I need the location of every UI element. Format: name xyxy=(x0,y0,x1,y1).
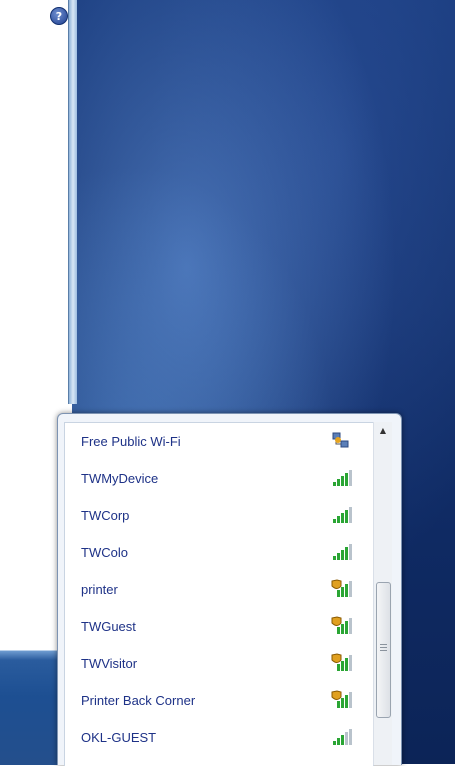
signal-shield-icon xyxy=(331,653,353,673)
network-item[interactable]: TWGuest xyxy=(65,608,373,645)
grip-icon xyxy=(380,644,387,653)
vertical-scrollbar[interactable]: ▲ xyxy=(373,422,392,765)
network-item[interactable]: OKL-GUEST xyxy=(65,719,373,756)
taskbar xyxy=(0,650,60,765)
network-name: TWColo xyxy=(81,545,128,560)
signal-shield-icon xyxy=(331,579,353,599)
window-edge xyxy=(68,0,77,404)
signal-shield-icon xyxy=(331,690,353,710)
network-item[interactable]: TWMyDevice xyxy=(65,460,373,497)
signal-icon xyxy=(331,727,353,747)
signal-icon xyxy=(331,468,353,488)
network-item[interactable]: printer xyxy=(65,571,373,608)
network-item[interactable]: Free Public Wi-Fi xyxy=(65,423,373,460)
network-name: TWGuest xyxy=(81,619,136,634)
network-name: Printer Back Corner xyxy=(81,693,196,708)
network-item[interactable]: Printer Back Corner xyxy=(65,682,373,719)
adhoc-network-icon xyxy=(331,431,353,451)
signal-icon xyxy=(331,542,353,562)
network-name: TWMyDevice xyxy=(81,471,159,486)
network-name: Free Public Wi-Fi xyxy=(81,434,181,449)
network-list: Free Public Wi-Fi TWMyDevice TWCorp TWCo… xyxy=(64,422,374,766)
signal-icon xyxy=(331,505,353,525)
network-item[interactable]: TWCorp xyxy=(65,497,373,534)
signal-shield-icon xyxy=(331,616,353,636)
scroll-up-arrow-icon[interactable]: ▲ xyxy=(374,422,392,439)
network-item[interactable]: TWVisitor xyxy=(65,645,373,682)
network-item[interactable]: TWColo xyxy=(65,534,373,571)
help-icon[interactable]: ? xyxy=(50,7,68,25)
network-name: TWVisitor xyxy=(81,656,138,671)
scroll-thumb[interactable] xyxy=(376,582,391,718)
network-name: TWCorp xyxy=(81,508,130,523)
wireless-networks-popup: Free Public Wi-Fi TWMyDevice TWCorp TWCo… xyxy=(57,413,402,766)
network-name: printer xyxy=(81,582,118,597)
network-name: OKL-GUEST xyxy=(81,730,157,745)
